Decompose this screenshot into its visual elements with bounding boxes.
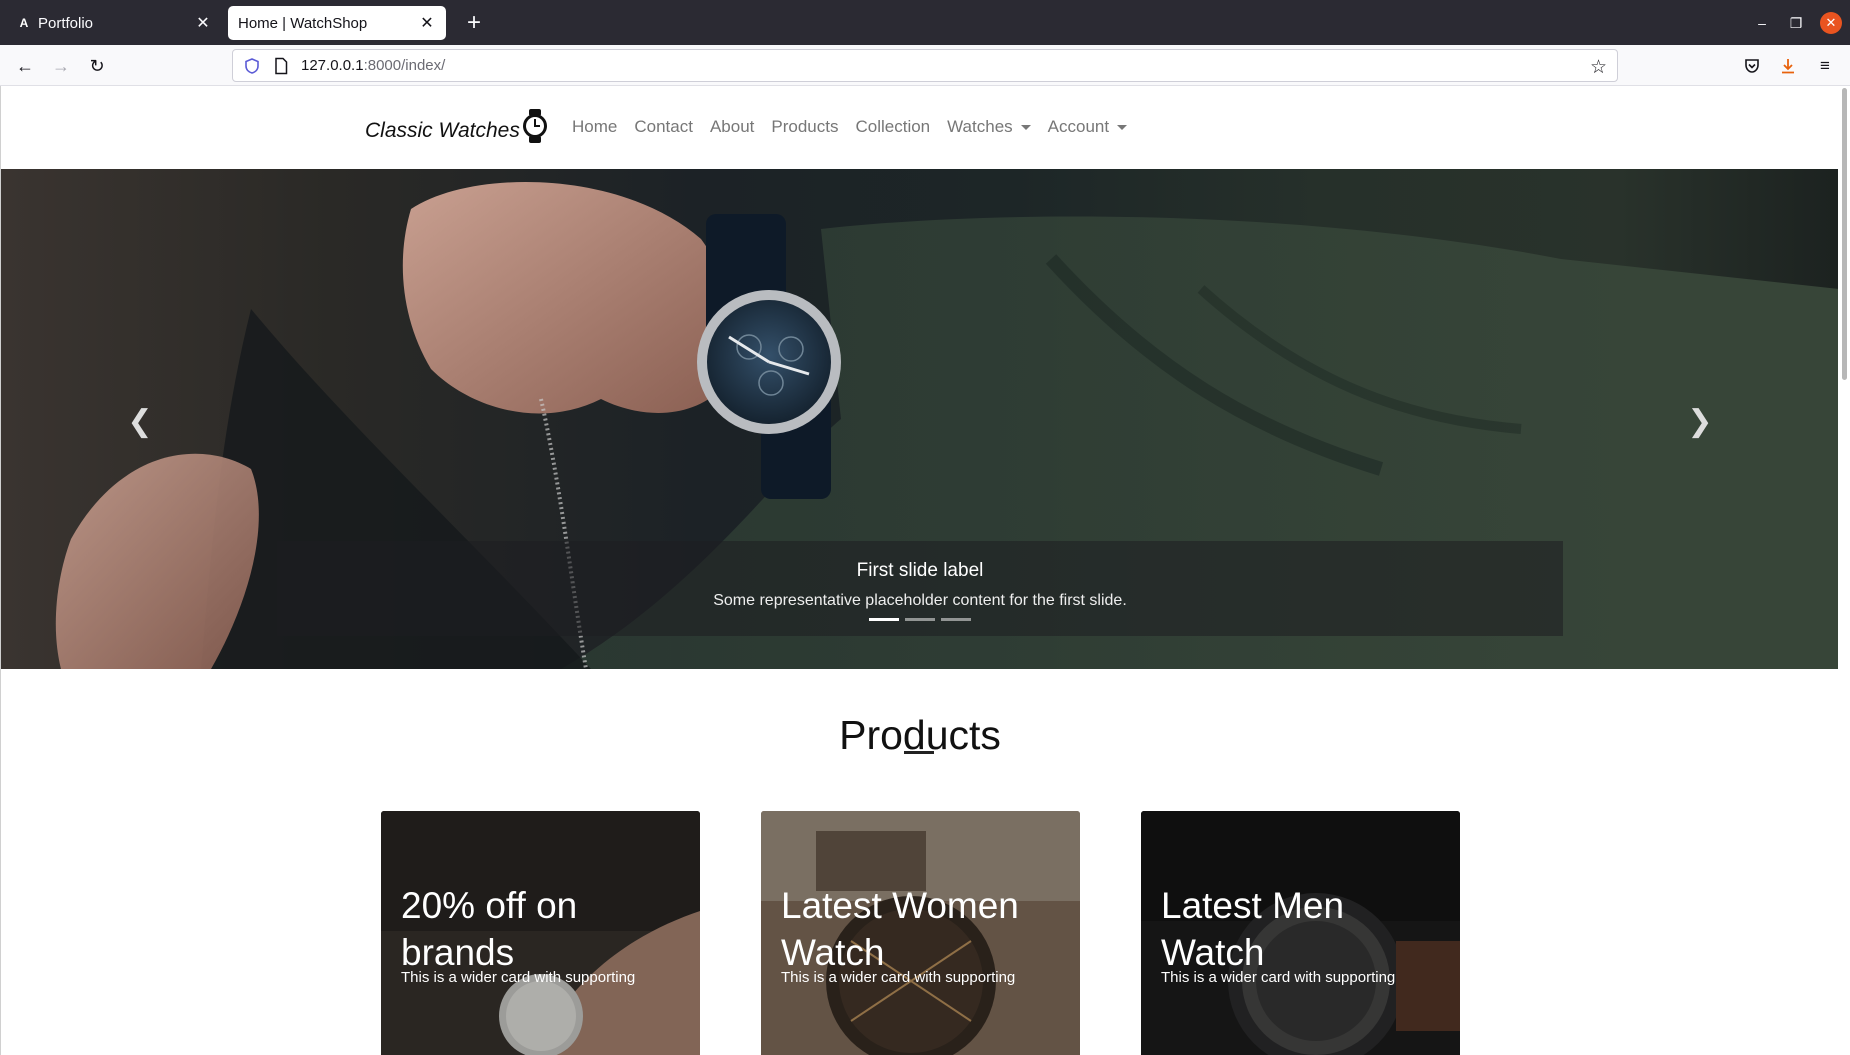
browser-tab-bar: A Portfolio ✕ Home | WatchShop ✕ + – ❐ ✕ [0,0,1850,45]
nav-label: Products [771,117,839,136]
url-bar[interactable]: 127.0.0.1:8000/index/ ☆ [232,49,1618,82]
bookmark-star-icon[interactable]: ☆ [1590,56,1607,79]
nav-watches-dropdown[interactable]: Watches [947,117,1031,137]
slide-title: First slide label [856,560,984,581]
card-text: This is a wider card with supporting [781,969,1016,986]
nav-label: Home [572,117,618,136]
card-title: Latest Men Watch [1161,885,1345,973]
forward-icon[interactable]: → [46,51,76,81]
nav-label: Contact [634,117,693,136]
url-text: 127.0.0.1:8000/index/ [301,57,445,74]
nav-label: Watches [947,117,1013,136]
page-scrollbar[interactable] [1838,86,1850,1055]
carousel-indicator[interactable] [869,618,899,621]
scrollbar-thumb[interactable] [1842,88,1847,380]
close-window-icon[interactable]: ✕ [1820,12,1842,34]
tab-title: Portfolio [38,14,94,32]
nav-collection[interactable]: Collection [855,117,930,137]
tab-portfolio[interactable]: A Portfolio ✕ [6,6,222,40]
card-title: 20% off on brands [401,885,578,973]
download-icon[interactable] [1775,53,1801,79]
portfolio-favicon-icon: A [19,16,29,30]
watch-icon [523,109,547,143]
tab-title: Home | WatchShop [238,14,368,32]
card-text: This is a wider card with supporting [401,969,636,986]
nav-contact[interactable]: Contact [634,117,693,137]
page-viewport: Classic Watches Home Contact About Produ… [0,86,1850,1055]
minimize-icon[interactable]: – [1751,12,1773,34]
card-title: Latest Women Watch [781,885,1019,973]
reload-icon[interactable]: ↻ [82,51,112,81]
caret-down-icon [1117,125,1128,131]
nav-label: Account [1047,117,1110,136]
product-card[interactable]: Latest Women Watch This is a wider card … [761,811,1080,1055]
nav-label: Collection [855,117,931,136]
heading-divider [904,751,934,754]
back-icon[interactable]: ← [10,51,40,81]
carousel-indicator[interactable] [905,618,935,621]
carousel-next-icon[interactable]: ❯ [1685,401,1715,441]
nav-products[interactable]: Products [771,117,838,137]
card-text: This is a wider card with supporting [1161,969,1396,986]
nav-home[interactable]: Home [572,117,617,137]
shield-icon [245,57,259,74]
product-card[interactable]: 20% off on brands This is a wider card w… [381,811,700,1055]
restore-icon[interactable]: ❐ [1785,12,1807,34]
nav-about[interactable]: About [710,117,754,137]
carousel-caption: First slide label Some representative pl… [277,541,1563,636]
close-tab-icon[interactable]: ✕ [194,13,212,33]
carousel-prev-icon[interactable]: ❮ [125,401,155,441]
browser-toolbar: ← → ↻ 127.0.0.1:8000/index/ ☆ ≡ [0,45,1850,86]
pocket-icon[interactable] [1739,53,1765,79]
url-path: :8000/index/ [363,57,446,74]
main-menu: Home Contact About Products Collection W… [572,117,1144,137]
nav-label: About [709,117,755,136]
url-host: 127.0.0.1 [301,57,364,74]
product-card[interactable]: Latest Men Watch This is a wider card wi… [1141,811,1460,1055]
carousel-indicators [869,618,971,621]
tab-watchshop[interactable]: Home | WatchShop ✕ [228,6,446,40]
nav-account-dropdown[interactable]: Account [1047,117,1128,137]
close-tab-icon[interactable]: ✕ [418,13,436,33]
slide-text: Some representative placeholder content … [713,592,1127,609]
site-navbar: Classic Watches Home Contact About Produ… [1,86,1839,169]
new-tab-button[interactable]: + [460,9,488,37]
brand-name[interactable]: Classic Watches [365,119,520,143]
menu-icon[interactable]: ≡ [1812,53,1838,79]
carousel-indicator[interactable] [941,618,971,621]
caret-down-icon [1020,125,1031,131]
page-icon [275,57,288,74]
